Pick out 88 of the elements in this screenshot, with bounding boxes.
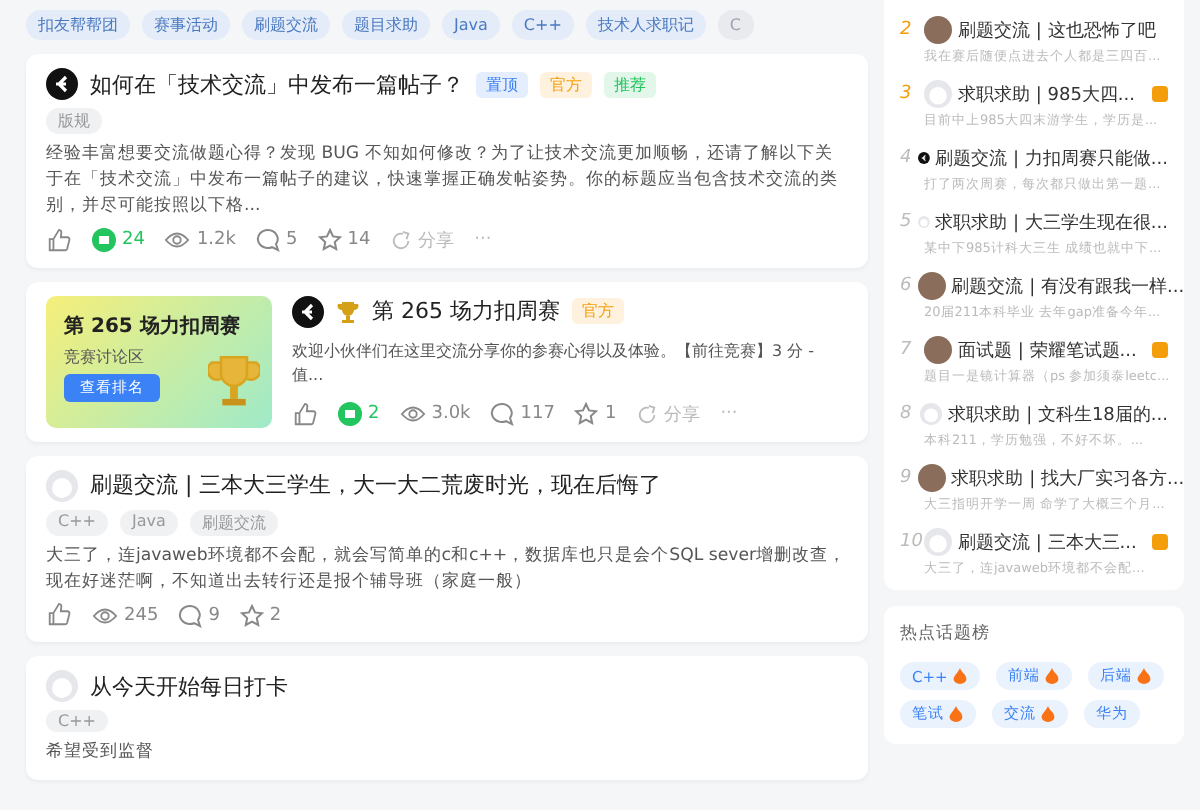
rank-number: 2 (900, 20, 914, 40)
comment-count[interactable]: 5 (255, 228, 298, 253)
post-excerpt: 欢迎小伙伴们在这里交流分享你的参赛心得以及体验。【前往竞赛】3 分 - 值... (292, 339, 817, 388)
star-icon (574, 402, 599, 427)
like-icon[interactable] (292, 401, 318, 428)
post-title[interactable]: 如何在「技术交流」中发布一篇帖子？ (90, 69, 464, 99)
ranking-title[interactable]: 求职求助 | 文科生18届的... (948, 401, 1168, 427)
reaction-count[interactable]: 24 (92, 228, 145, 253)
eye-icon (164, 230, 191, 251)
ranking-title[interactable]: 刷题交流 | 这也恐怖了吧 (958, 17, 1168, 43)
banner-title: 第 265 场力扣周赛 (64, 312, 240, 340)
reaction-icon (338, 402, 362, 427)
banner-subtitle: 竞赛讨论区 (64, 345, 144, 368)
filter-tag[interactable]: 刷题交流 (242, 10, 330, 40)
avatar-photo (917, 272, 946, 300)
avatar-icon (924, 80, 952, 108)
ranking-title[interactable]: 求职求助 | 985大四... (958, 81, 1146, 107)
filter-tag[interactable]: C++ (511, 10, 574, 40)
rank-number: 5 (900, 212, 912, 232)
rank-number: 3 (900, 84, 914, 104)
share-button[interactable]: 分享 (390, 227, 455, 254)
post-title[interactable]: 刷题交流 | 三本大三学生，大一大二荒废时光，现在后悔了 (90, 470, 662, 501)
avatar-photo (924, 16, 952, 44)
ranking-title[interactable]: 面试题 | 荣耀笔试题... (958, 337, 1146, 363)
filter-tag[interactable]: 赛事活动 (142, 10, 230, 40)
avatar-photo (924, 336, 952, 364)
eye-icon (92, 605, 118, 626)
rank-number: 8 (900, 404, 914, 424)
comment-icon (490, 402, 515, 427)
share-icon (636, 403, 659, 426)
reaction-icon (92, 228, 116, 253)
post-badge: 官方 (540, 71, 592, 97)
logo-icon (46, 68, 78, 100)
post-title[interactable]: 从今天开始每日打卡 (90, 671, 288, 702)
view-count: 245 (92, 605, 159, 626)
post-excerpt: 经验丰富想要交流做题心得？发现 BUG 不知如何修改？为了让技术交流更加顺畅，还请了解以下关于在「技术交流」中发布一篇帖子的建议，快速掌握正确发帖姿势。你的标题应当包含技术交流的类别，并尽可能按照以下格... (46, 142, 840, 220)
like-icon[interactable] (46, 227, 72, 254)
filter-tag[interactable]: Java (442, 10, 500, 40)
post-tag[interactable]: C++ (46, 509, 108, 536)
ranking-title[interactable]: 刷题交流 | 力扣周赛只能做... (935, 145, 1168, 171)
rank-number: 6 (900, 276, 912, 296)
filter-tag[interactable]: C (717, 10, 753, 40)
avatar-icon (924, 528, 952, 556)
view-count: 3.0k (399, 404, 471, 425)
post-tag[interactable]: 版规 (46, 108, 102, 134)
rank-number: 4 (900, 148, 912, 168)
post-tag[interactable]: Java (120, 509, 178, 536)
eye-icon (399, 404, 426, 425)
post-title[interactable]: 第 265 场力扣周赛 (372, 296, 560, 327)
filter-tag[interactable]: 扣友帮帮团 (26, 10, 130, 40)
favorite-count[interactable]: 1 (574, 402, 617, 427)
post-excerpt: 希望受到监督 (46, 740, 156, 767)
like-icon[interactable] (46, 602, 72, 629)
post-badge: 置顶 (476, 71, 528, 97)
share-button[interactable]: 分享 (636, 401, 701, 428)
ranking-title[interactable]: 求职求助 | 找大厂实习各方... (951, 465, 1185, 491)
star-icon (239, 603, 264, 628)
more-button[interactable]: ··· (474, 230, 492, 251)
rank-number: 7 (900, 340, 914, 360)
comment-count[interactable]: 117 (490, 402, 555, 427)
comment-icon (178, 603, 203, 628)
post-excerpt: 大三了，连javaweb环境都不会配，就会写简单的c和c++，数据库也只是会个SQL sever增删改查，现在好迷茫啊，不知道出去转行还是报个辅导班（家庭一般） (46, 543, 848, 595)
rank-number: 9 (900, 468, 912, 488)
panel-title: 热点话题榜 (900, 622, 992, 646)
rank-number: 10 (900, 532, 918, 552)
logo-icon (292, 295, 324, 328)
star-icon (317, 228, 342, 253)
favorite-count[interactable]: 2 (239, 603, 282, 628)
filter-tag[interactable]: 技术人求职记 (585, 10, 706, 40)
avatar-icon (46, 469, 78, 502)
reaction-count[interactable]: 2 (338, 402, 380, 427)
avatar-photo (917, 464, 946, 492)
ranking-title[interactable]: 刷题交流 | 三本大三... (958, 529, 1146, 555)
avatar-icon (920, 400, 943, 428)
ranking-title[interactable]: 求职求助 | 大三学生现在很... (935, 209, 1168, 235)
post-tag[interactable]: C++ (46, 710, 108, 733)
avatar-icon (46, 670, 78, 703)
view-count: 1.2k (164, 230, 236, 251)
post-tag[interactable]: 刷题交流 (189, 509, 278, 536)
post-badge: 推荐 (604, 71, 656, 97)
favorite-count[interactable]: 14 (317, 228, 371, 253)
more-button[interactable]: ··· (720, 404, 738, 425)
post-badge: 官方 (572, 298, 624, 325)
comment-icon (255, 228, 280, 253)
filter-tag[interactable]: 题目求助 (342, 10, 430, 40)
ranking-title[interactable]: 刷题交流 | 有没有跟我一样... (951, 273, 1185, 299)
comment-count[interactable]: 9 (178, 603, 220, 628)
share-icon (390, 229, 413, 252)
